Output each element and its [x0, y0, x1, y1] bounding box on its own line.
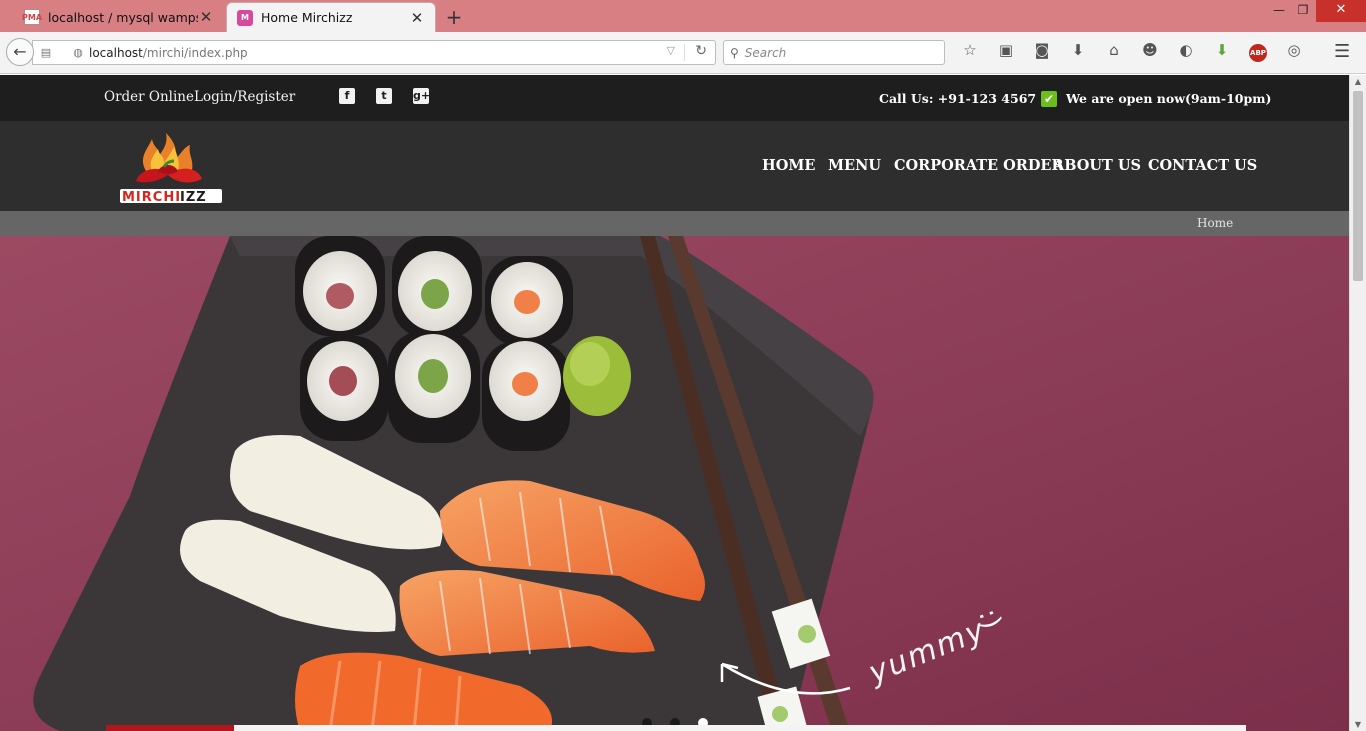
open-hours-status: We are open now(9am-10pm): [1066, 91, 1272, 106]
nav-corporate-order[interactable]: CORPORATE ORDER: [894, 157, 1064, 174]
login-register-link[interactable]: Login/Register: [194, 89, 295, 105]
scrollbar-thumb[interactable]: [1353, 91, 1363, 281]
site-favicon-icon: M: [237, 9, 253, 26]
download-helper-icon[interactable]: ⬇: [1204, 41, 1240, 62]
nav-menu[interactable]: MENU: [828, 157, 881, 174]
mask-icon[interactable]: ◐: [1168, 41, 1204, 62]
phone-number: Call Us: +91-123 4567: [879, 91, 1037, 106]
logo-text-izz: IZZ: [180, 190, 207, 205]
globe-icon: ◍: [73, 46, 83, 59]
nav-home[interactable]: HOME: [762, 157, 815, 174]
nav-about-us[interactable]: ABOUT US: [1053, 157, 1141, 174]
sushi-platter-image: [0, 236, 1349, 731]
breadcrumb: Home: [0, 211, 1349, 236]
address-bar[interactable]: ▤ ◍ localhost/mirchi/index.php ▽ ↻: [32, 40, 716, 65]
restore-window-button[interactable]: ❐: [1290, 0, 1316, 22]
scroll-down-icon[interactable]: ▼: [1350, 720, 1366, 729]
breadcrumb-home[interactable]: Home: [1197, 216, 1233, 230]
phpmyadmin-favicon-icon: PMA: [22, 9, 42, 25]
logo-text-mirchi: MIRCHI: [122, 190, 181, 205]
order-online-link[interactable]: Order Online: [104, 89, 194, 105]
url-text[interactable]: localhost/mirchi/index.php: [89, 46, 248, 60]
facebook-icon[interactable]: f: [339, 88, 355, 104]
search-placeholder: Search: [744, 45, 787, 60]
url-divider: [684, 44, 685, 61]
reading-list-icon[interactable]: ▣: [988, 41, 1024, 62]
url-host: localhost: [89, 45, 143, 60]
site-header: MIRCHI IZZ HOME MENU CORPORATE ORDER ABO…: [0, 121, 1349, 211]
toolbar-icons: ☆ ▣ ◙ ⬇ ⌂ ☻ ◐ ⬇ ABP ◎: [952, 41, 1312, 62]
tab-phpmyadmin[interactable]: PMA localhost / mysql wampse... ✕: [14, 2, 224, 32]
mirchizz-logo[interactable]: MIRCHI IZZ: [118, 131, 228, 207]
reload-icon[interactable]: ↻: [695, 43, 707, 59]
bottom-edge-strip: [106, 725, 1246, 731]
site-topbar: Order Online Login/Register f t g+ Call …: [0, 75, 1349, 121]
bookmark-star-icon[interactable]: ☆: [952, 41, 988, 62]
nav-contact-us[interactable]: CONTACT US: [1148, 157, 1257, 174]
close-tab-icon[interactable]: ✕: [409, 9, 425, 27]
minimize-window-button[interactable]: —: [1266, 0, 1292, 22]
tab-title: localhost / mysql wampse...: [48, 9, 198, 25]
close-tab-icon[interactable]: ✕: [198, 8, 214, 26]
pocket-icon[interactable]: ◙: [1024, 41, 1060, 62]
browser-toolbar: ▤ ◍ localhost/mirchi/index.php ▽ ↻ ← ⚲ S…: [0, 32, 1366, 74]
back-button[interactable]: ←: [6, 38, 34, 66]
url-history-dropdown-icon[interactable]: ▽: [667, 44, 675, 57]
close-window-button[interactable]: ✕: [1316, 0, 1366, 22]
hamburger-menu-icon[interactable]: ☰: [1334, 41, 1350, 62]
hero-slider[interactable]: yummy :): [0, 236, 1349, 731]
search-input[interactable]: ⚲ Search: [723, 40, 945, 65]
scroll-up-icon[interactable]: ▲: [1350, 77, 1366, 86]
url-path: /mirchi/index.php: [142, 45, 248, 60]
reader-list-icon[interactable]: ▤: [37, 46, 55, 59]
check-icon: ✔: [1041, 91, 1057, 107]
new-tab-plus-icon[interactable]: +: [444, 5, 464, 29]
downloads-icon[interactable]: ⬇: [1060, 41, 1096, 62]
chat-icon[interactable]: ☻: [1132, 41, 1168, 62]
browser-tab-strip: PMA localhost / mysql wampse... ✕ M Home…: [0, 0, 1366, 32]
adblock-plus-icon[interactable]: ABP: [1240, 41, 1276, 62]
home-icon[interactable]: ⌂: [1096, 41, 1132, 62]
search-icon: ⚲: [730, 45, 739, 60]
tab-title: Home Mirchizz: [261, 10, 353, 25]
sync-icon[interactable]: ◎: [1276, 41, 1312, 62]
page-viewport: Order Online Login/Register f t g+ Call …: [0, 75, 1349, 731]
tab-home-mirchizz[interactable]: M Home Mirchizz ✕: [226, 2, 436, 32]
twitter-icon[interactable]: t: [376, 88, 392, 104]
page-scrollbar[interactable]: ▲ ▼: [1349, 75, 1366, 731]
google-plus-icon[interactable]: g+: [413, 88, 430, 104]
